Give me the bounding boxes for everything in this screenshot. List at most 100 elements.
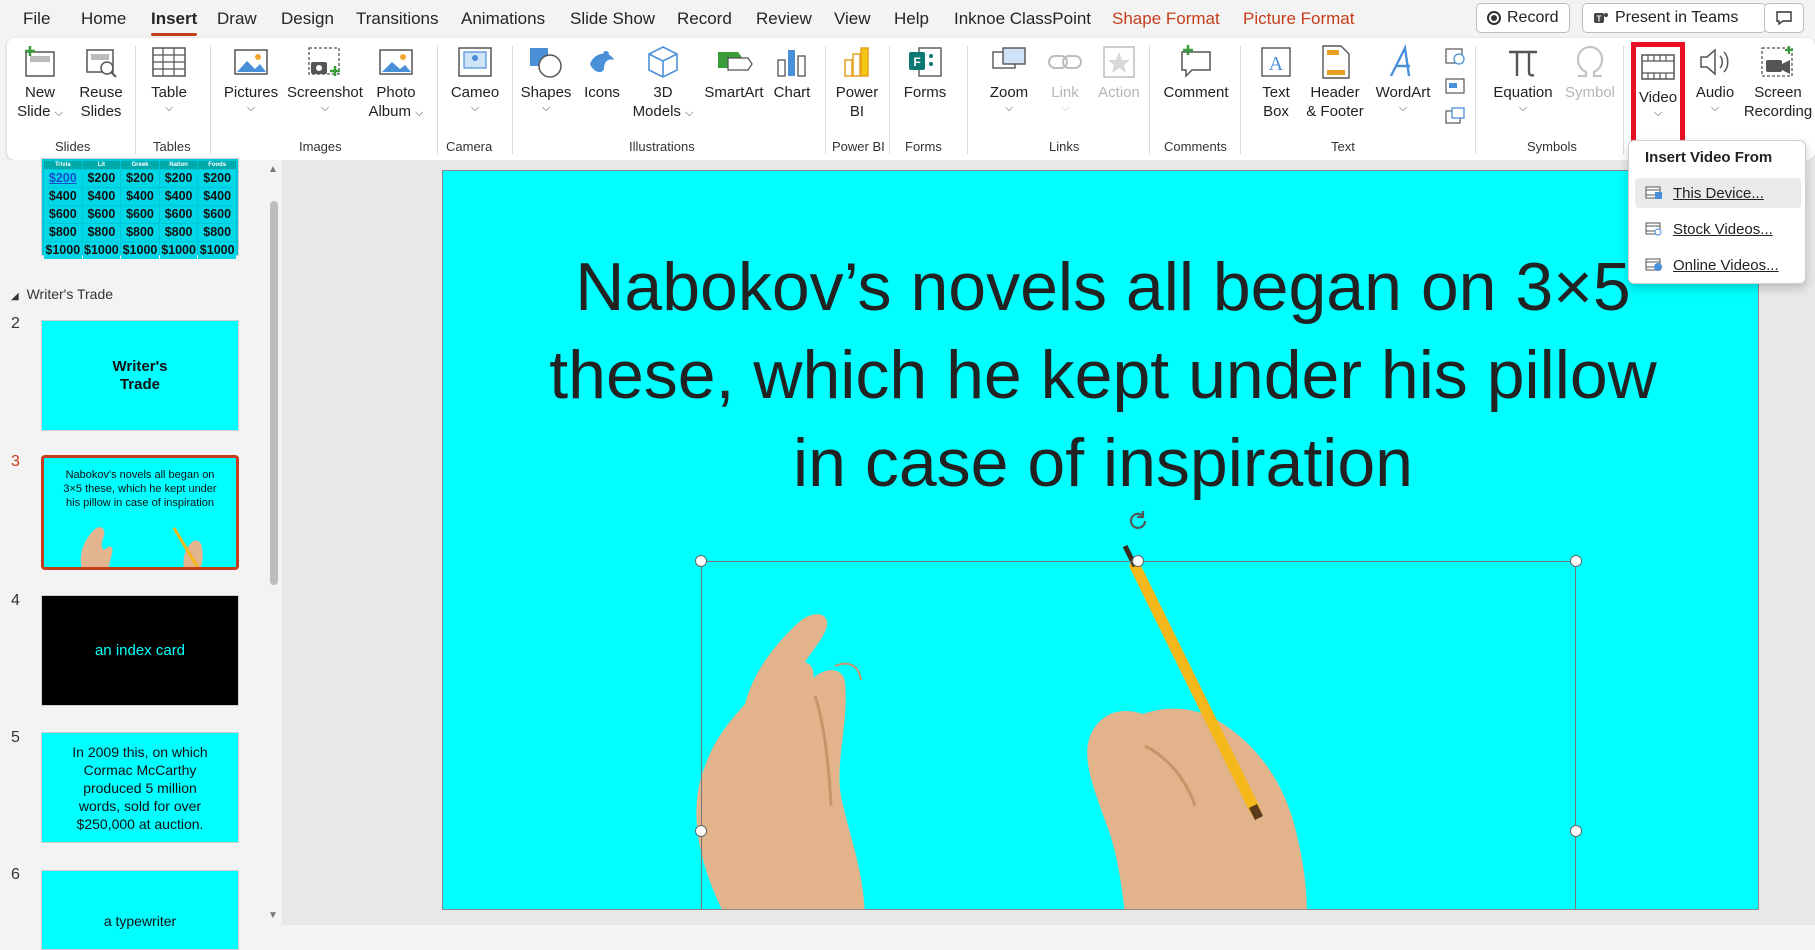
slide-number: 5 bbox=[11, 729, 20, 746]
new-slide-button[interactable]: New Slide ⌵ bbox=[15, 44, 65, 121]
slide-thumbnail-2[interactable]: Writer's Trade bbox=[41, 320, 239, 431]
screen-recording-button[interactable]: Screen Recording bbox=[1741, 44, 1815, 121]
icons-bird-icon bbox=[590, 51, 614, 73]
date-time-button[interactable] bbox=[1444, 46, 1468, 66]
tab-file[interactable]: File bbox=[23, 9, 50, 29]
section-title: Writer's Trade bbox=[26, 286, 114, 302]
header-footer-button[interactable]: Header & Footer bbox=[1302, 44, 1368, 121]
slide-thumbnail-3[interactable]: Nabokov's novels all began on 3×5 these,… bbox=[41, 455, 239, 570]
scrollbar-thumb[interactable] bbox=[270, 201, 278, 585]
section-header[interactable]: ◢ Writer's Trade bbox=[11, 286, 113, 302]
tab-transitions[interactable]: Transitions bbox=[356, 9, 439, 29]
pictures-button[interactable]: Pictures ⌵ bbox=[221, 44, 281, 114]
tab-view[interactable]: View bbox=[834, 9, 871, 29]
board-cell: $400 bbox=[159, 188, 198, 205]
tab-picture-format[interactable]: Picture Format bbox=[1243, 9, 1354, 29]
board-header-cell: Lit bbox=[82, 161, 121, 169]
tab-draw[interactable]: Draw bbox=[217, 9, 257, 29]
this-device-item[interactable]: This Device... bbox=[1635, 178, 1801, 208]
resize-handle-right[interactable] bbox=[1570, 825, 1582, 837]
record-button-label: Record bbox=[1507, 9, 1559, 26]
resize-handle-left[interactable] bbox=[695, 825, 707, 837]
audio-button[interactable]: Audio ⌵ bbox=[1689, 44, 1741, 114]
equation-button[interactable]: Equation ⌵ bbox=[1486, 44, 1560, 114]
date-time-icon bbox=[1445, 48, 1465, 65]
icons-button[interactable]: Icons bbox=[577, 44, 627, 102]
pictures-label: Pictures bbox=[223, 84, 279, 101]
group-label-illustrations: Illustrations bbox=[629, 139, 695, 154]
zoom-button[interactable]: Zoom ⌵ bbox=[983, 44, 1035, 114]
icons-label: Icons bbox=[584, 84, 620, 101]
slide-thumbnail-4[interactable]: an index card bbox=[41, 595, 239, 706]
action-label: Action bbox=[1098, 84, 1140, 101]
wordart-button[interactable]: WordArt ⌵ bbox=[1371, 44, 1435, 114]
new-slide-label-2: Slide bbox=[17, 103, 51, 120]
scroll-down-arrow-icon[interactable]: ▼ bbox=[268, 910, 278, 921]
shapes-button[interactable]: Shapes ⌵ bbox=[519, 44, 573, 114]
slide-thumbnail-5[interactable]: In 2009 this, on which Cormac McCarthy p… bbox=[41, 732, 239, 843]
power-bi-button[interactable]: Power BI bbox=[832, 44, 882, 121]
tab-design[interactable]: Design bbox=[281, 9, 334, 29]
symbol-button[interactable]: Symbol bbox=[1560, 44, 1620, 102]
action-button[interactable]: Action bbox=[1093, 44, 1145, 102]
stock-video-icon bbox=[1645, 222, 1662, 236]
comments-pane-button[interactable] bbox=[1764, 3, 1804, 33]
rotate-handle-icon[interactable] bbox=[1126, 509, 1150, 533]
text-box-label-2: Box bbox=[1263, 103, 1289, 120]
slide-thumbnail-1[interactable]: Trivia Lit Greek Nation Foods $200 $200 $200 $20… bbox=[41, 158, 239, 259]
online-video-icon bbox=[1645, 258, 1662, 271]
comment-button[interactable]: Comment bbox=[1159, 44, 1233, 102]
board-cell: $800 bbox=[44, 224, 82, 241]
online-videos-item[interactable]: Online Videos... bbox=[1635, 250, 1801, 280]
slide-thumbnail-6[interactable]: a typewriter bbox=[41, 870, 239, 950]
current-slide[interactable]: Nabokov’s novels all began on 3×5 these,… bbox=[442, 170, 1759, 910]
group-separator bbox=[1240, 46, 1241, 154]
teams-icon: T bbox=[1594, 13, 1608, 24]
screenshot-button[interactable]: Screenshot ⌵ bbox=[285, 44, 365, 114]
tab-inknoe-classpoint[interactable]: Inknoe ClassPoint bbox=[954, 9, 1091, 29]
photo-album-button[interactable]: Photo Album ⌵ bbox=[364, 44, 428, 121]
tab-animations[interactable]: Animations bbox=[461, 9, 545, 29]
tab-shape-format[interactable]: Shape Format bbox=[1112, 9, 1220, 29]
slide-number-button[interactable] bbox=[1444, 76, 1468, 96]
text-box-button[interactable]: A Text Box bbox=[1254, 44, 1298, 121]
forms-button[interactable]: F Forms bbox=[901, 44, 949, 102]
reuse-slides-button[interactable]: Reuse Slides bbox=[76, 44, 126, 121]
slide-thumbnail-text: Nabokov's novels all began on 3×5 these,… bbox=[63, 469, 217, 509]
object-button[interactable] bbox=[1444, 106, 1468, 126]
group-label-text: Text bbox=[1331, 139, 1355, 154]
scroll-up-arrow-icon[interactable]: ▲ bbox=[268, 164, 278, 175]
stock-videos-item[interactable]: Stock Videos... bbox=[1635, 214, 1801, 244]
resize-handle-top[interactable] bbox=[1132, 555, 1144, 567]
record-button[interactable]: Record bbox=[1476, 3, 1570, 33]
present-in-teams-button[interactable]: T Present in Teams bbox=[1582, 3, 1766, 33]
table-button[interactable]: Table ⌵ bbox=[147, 44, 191, 114]
board-cell: $200 bbox=[121, 170, 159, 187]
group-label-links: Links bbox=[1049, 139, 1080, 154]
resize-handle-top-left[interactable] bbox=[695, 555, 707, 567]
chart-label: Chart bbox=[773, 84, 811, 101]
resize-handle-top-right[interactable] bbox=[1570, 555, 1582, 567]
device-video-icon bbox=[1645, 186, 1662, 199]
cameo-button[interactable]: Cameo ⌵ bbox=[445, 44, 505, 114]
chevron-down-icon: ⌵ bbox=[1653, 107, 1663, 119]
slide-title[interactable]: Nabokov’s novels all began on 3×5 these,… bbox=[533, 243, 1673, 507]
tab-review[interactable]: Review bbox=[756, 9, 812, 29]
speaker-icon bbox=[1700, 48, 1729, 76]
tab-home[interactable]: Home bbox=[81, 9, 126, 29]
board-header-cell: Foods bbox=[198, 161, 236, 169]
video-button[interactable]: Video ⌵ bbox=[1631, 42, 1685, 150]
forms-label: Forms bbox=[903, 84, 947, 101]
thumbnail-scrollbar[interactable]: ▲ ▼ bbox=[266, 160, 282, 925]
tab-record[interactable]: Record bbox=[677, 9, 732, 29]
link-button[interactable]: Link ⌵ bbox=[1042, 44, 1088, 114]
smartart-button[interactable]: SmartArt bbox=[700, 44, 768, 102]
3d-models-button[interactable]: 3D Models ⌵ bbox=[629, 44, 697, 121]
chart-button[interactable]: Chart bbox=[767, 44, 817, 102]
photo-album-label: Photo bbox=[376, 84, 416, 101]
tab-slide-show[interactable]: Slide Show bbox=[570, 9, 655, 29]
insert-ribbon: New Slide ⌵ Reuse Slides Slides Table ⌵ … bbox=[7, 38, 1815, 160]
board-header-cell: Trivia bbox=[44, 161, 82, 169]
tab-insert[interactable]: Insert bbox=[151, 9, 198, 36]
tab-help[interactable]: Help bbox=[894, 9, 929, 29]
